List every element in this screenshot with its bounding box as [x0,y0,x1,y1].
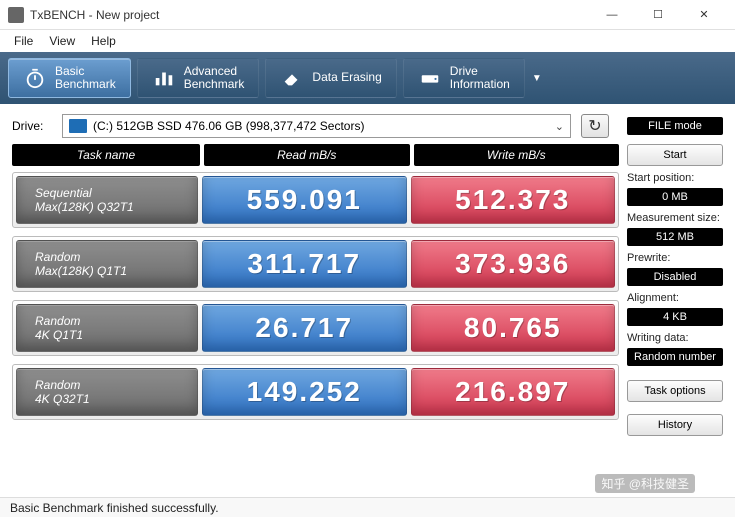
tab-label: Benchmark [184,78,245,91]
app-icon [8,7,24,23]
drive-row: Drive: (C:) 512GB SSD 476.06 GB (998,377… [0,104,735,144]
start-position-value[interactable]: 0 MB [627,188,723,206]
table-row: Sequential Max(128K) Q32T1 559.091 512.3… [12,172,619,228]
drive-select[interactable]: (C:) 512GB SSD 476.06 GB (998,377,472 Se… [62,114,571,138]
watermark: 知乎 @科技健圣 [595,474,695,493]
write-cell: 80.765 [411,304,616,352]
title-bar: TxBENCH - New project — ☐ ✕ [0,0,735,30]
history-button[interactable]: History [627,414,723,436]
task-name-cell: Random 4K Q32T1 [16,368,198,416]
start-position-label: Start position: [627,172,723,184]
nav-toolbar: BasicBenchmark AdvancedBenchmark Data Er… [0,52,735,104]
alignment-label: Alignment: [627,292,723,304]
nav-dropdown-arrow[interactable]: ▼ [527,58,547,98]
table-row: Random Max(128K) Q1T1 311.717 373.936 [12,236,619,292]
refresh-icon: ↻ [588,116,601,136]
prewrite-label: Prewrite: [627,252,723,264]
task-name-cell: Random Max(128K) Q1T1 [16,240,198,288]
writing-data-value[interactable]: Random number [627,348,723,366]
drive-select-text: (C:) 512GB SSD 476.06 GB (998,377,472 Se… [93,119,549,133]
tab-label: Benchmark [55,78,116,91]
file-mode-indicator: FILE mode [627,117,723,135]
write-cell: 373.936 [411,240,616,288]
table-row: Random 4K Q32T1 149.252 216.897 [12,364,619,420]
menu-bar: File View Help [0,30,735,52]
write-cell: 512.373 [411,176,616,224]
bar-chart-icon [152,66,176,90]
header-read: Read mB/s [204,144,410,166]
start-button[interactable]: Start [627,144,723,166]
write-cell: 216.897 [411,368,616,416]
maximize-button[interactable]: ☐ [635,0,681,30]
read-cell: 311.717 [202,240,407,288]
menu-view[interactable]: View [41,32,83,50]
disk-icon [69,119,87,133]
minimize-button[interactable]: — [589,0,635,30]
sidebar: Start Start position: 0 MB Measurement s… [619,144,723,436]
table-header: Task name Read mB/s Write mB/s [12,144,619,166]
menu-help[interactable]: Help [83,32,124,50]
drive-icon [418,66,442,90]
writing-data-label: Writing data: [627,332,723,344]
prewrite-value[interactable]: Disabled [627,268,723,286]
tab-basic-benchmark[interactable]: BasicBenchmark [8,58,131,98]
tab-drive-information[interactable]: DriveInformation [403,58,525,98]
table-row: Random 4K Q1T1 26.717 80.765 [12,300,619,356]
header-write: Write mB/s [414,144,620,166]
header-task-name: Task name [12,144,200,166]
benchmark-results: Task name Read mB/s Write mB/s Sequentia… [12,144,619,436]
close-button[interactable]: ✕ [681,0,727,30]
window-title: TxBENCH - New project [30,8,589,22]
task-name-cell: Sequential Max(128K) Q32T1 [16,176,198,224]
alignment-value[interactable]: 4 KB [627,308,723,326]
stopwatch-icon [23,66,47,90]
read-cell: 559.091 [202,176,407,224]
measurement-size-label: Measurement size: [627,212,723,224]
chevron-down-icon: ⌄ [549,120,564,133]
tab-advanced-benchmark[interactable]: AdvancedBenchmark [137,58,260,98]
menu-file[interactable]: File [6,32,41,50]
drive-label: Drive: [12,119,52,133]
refresh-button[interactable]: ↻ [581,114,609,138]
measurement-size-value[interactable]: 512 MB [627,228,723,246]
tab-data-erasing[interactable]: Data Erasing [265,58,396,98]
task-name-cell: Random 4K Q1T1 [16,304,198,352]
read-cell: 26.717 [202,304,407,352]
eraser-icon [280,66,304,90]
tab-label: Information [450,78,510,91]
task-options-button[interactable]: Task options [627,380,723,402]
read-cell: 149.252 [202,368,407,416]
status-text: Basic Benchmark finished successfully. [10,501,219,515]
tab-label: Data Erasing [312,71,381,84]
status-bar: Basic Benchmark finished successfully. [0,497,735,517]
